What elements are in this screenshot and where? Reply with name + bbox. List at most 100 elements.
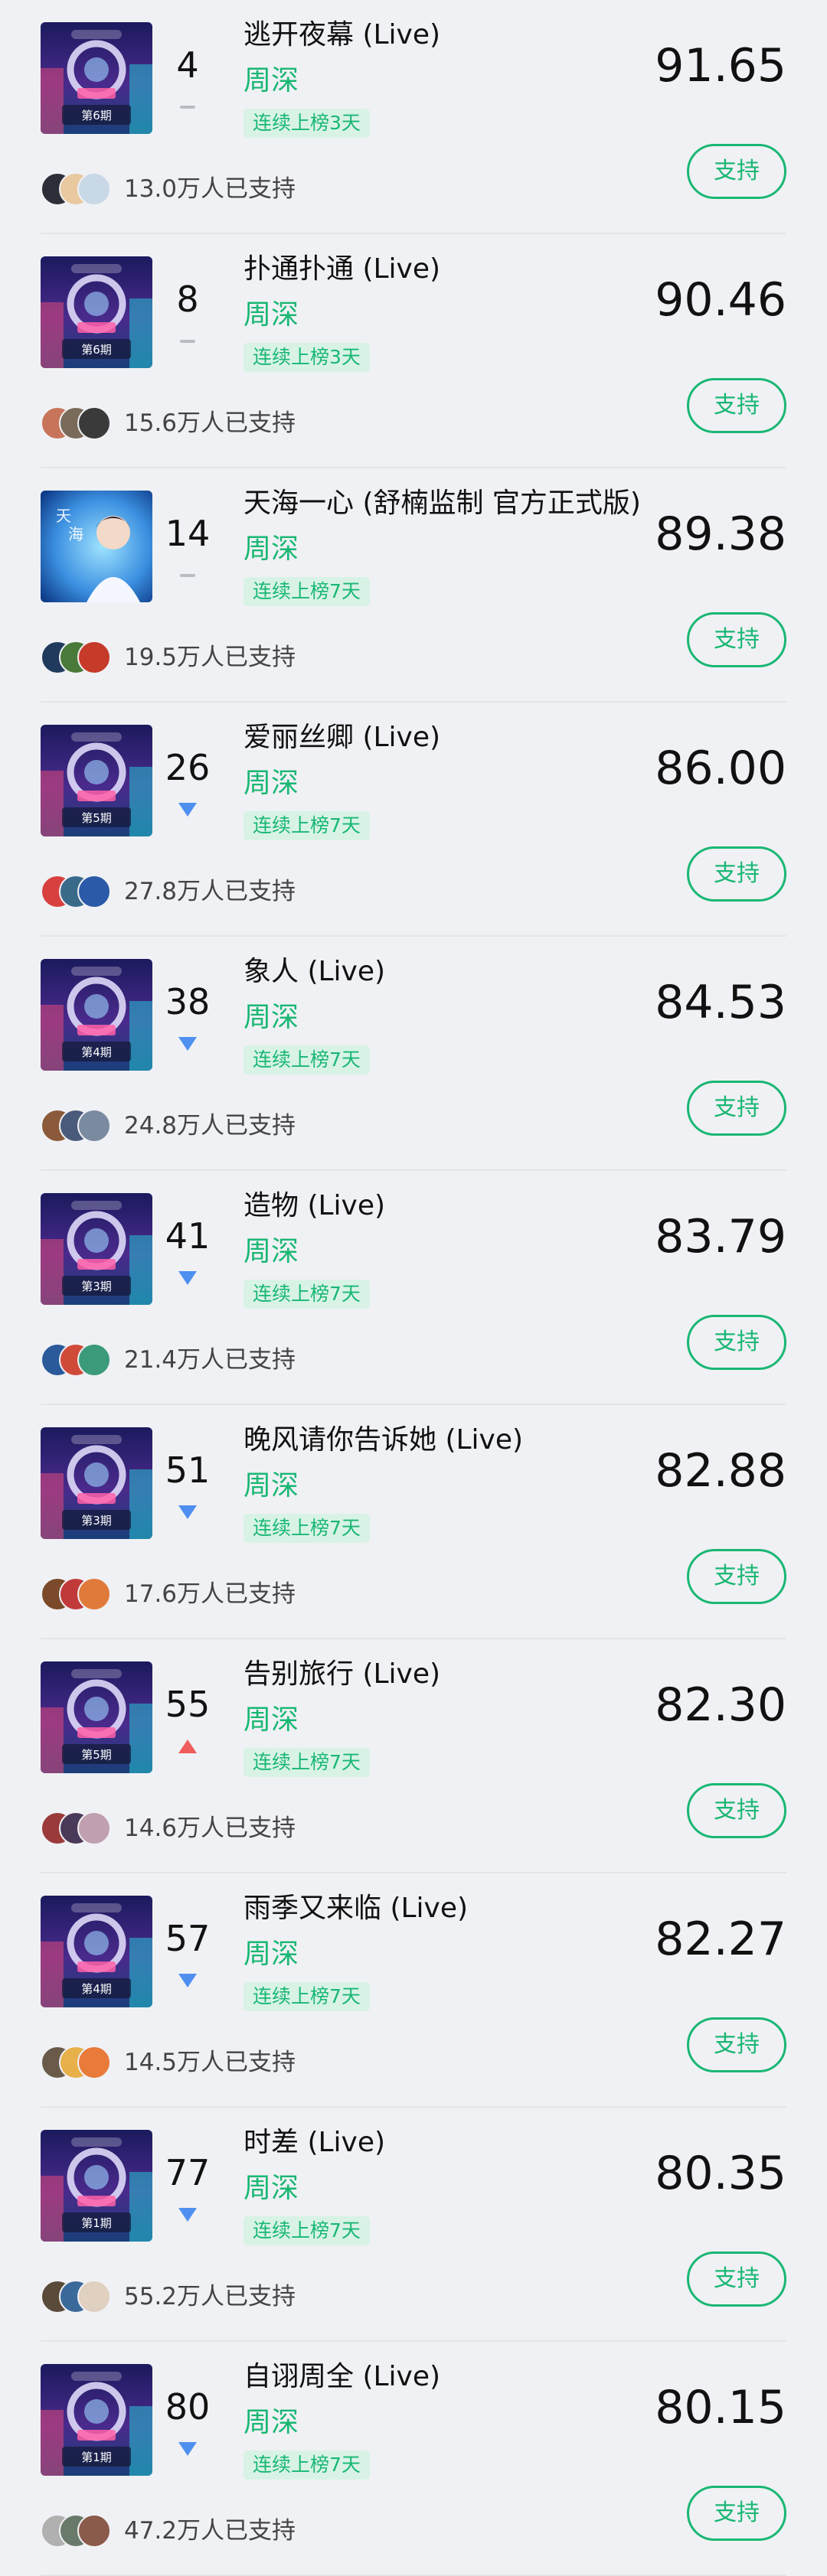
trend-down-icon	[178, 2442, 197, 2456]
svg-text:第4期: 第4期	[81, 1045, 112, 1059]
artist-name[interactable]: 周深	[244, 2172, 299, 2206]
trend-flat-icon	[180, 106, 195, 109]
support-button[interactable]: 支持	[687, 2252, 786, 2307]
streak-badge: 连续上榜7天	[244, 2216, 370, 2245]
song-title[interactable]: 告别旅行 (Live)	[244, 1656, 657, 1693]
album-cover[interactable]: 第5期	[41, 1661, 152, 1773]
list-item[interactable]: 第1期 80 自诩周全 (Live) 周深 连续上榜7天 80.15 47.2万…	[0, 2342, 827, 2576]
artist-name[interactable]: 周深	[244, 298, 299, 332]
support-button[interactable]: 支持	[687, 846, 786, 902]
list-item[interactable]: 第5期 55 告别旅行 (Live) 周深 连续上榜7天 82.30 14.6万…	[0, 1639, 827, 1873]
svg-text:第3期: 第3期	[81, 1280, 112, 1293]
list-item[interactable]: 第4期 57 雨季又来临 (Live) 周深 连续上榜7天 82.27 14.5…	[0, 1873, 827, 2108]
trend-indicator	[178, 97, 198, 117]
supporter-avatars	[41, 2280, 125, 2314]
song-title[interactable]: 自诩周全 (Live)	[244, 2359, 657, 2395]
album-cover[interactable]: 第6期	[41, 256, 152, 368]
support-button[interactable]: 支持	[687, 1783, 786, 1838]
svg-text:第3期: 第3期	[81, 1514, 112, 1528]
album-cover[interactable]: 第5期	[41, 725, 152, 836]
svg-text:第1期: 第1期	[81, 2216, 112, 2230]
support-button[interactable]: 支持	[687, 378, 786, 433]
avatar	[77, 406, 111, 440]
artist-name[interactable]: 周深	[244, 1469, 299, 1503]
svg-text:第4期: 第4期	[81, 1982, 112, 1996]
streak-badge: 连续上榜7天	[244, 811, 370, 840]
support-button[interactable]: 支持	[687, 2486, 786, 2541]
list-item[interactable]: 第5期 26 爱丽丝卿 (Live) 周深 连续上榜7天 86.00 27.8万…	[0, 703, 827, 937]
album-cover[interactable]: 第3期	[41, 1427, 152, 1539]
album-cover[interactable]: 第1期	[41, 2364, 152, 2476]
artist-name[interactable]: 周深	[244, 533, 299, 566]
list-item[interactable]: 第6期 4 逃开夜幕 (Live) 周深 连续上榜3天 91.65 13.0万人…	[0, 0, 827, 234]
svg-text:天: 天	[56, 507, 71, 525]
artist-name[interactable]: 周深	[244, 2406, 299, 2440]
song-title[interactable]: 象人 (Live)	[244, 954, 657, 990]
song-title[interactable]: 爱丽丝卿 (Live)	[244, 719, 657, 756]
list-item[interactable]: 第6期 8 扑通扑通 (Live) 周深 连续上榜3天 90.46 15.6万人…	[0, 234, 827, 468]
artist-name[interactable]: 周深	[244, 1001, 299, 1035]
score-value: 91.65	[655, 39, 786, 93]
artist-name[interactable]: 周深	[244, 1938, 299, 1971]
album-cover[interactable]: 第1期	[41, 2130, 152, 2242]
supporters-count: 19.5万人已支持	[124, 644, 296, 671]
avatar	[77, 641, 111, 674]
supporters-count: 55.2万人已支持	[124, 2283, 296, 2310]
score-value: 82.27	[655, 1912, 786, 1966]
support-button[interactable]: 支持	[687, 2017, 786, 2072]
score-value: 89.38	[655, 507, 786, 561]
svg-text:海: 海	[68, 525, 83, 543]
score-value: 90.46	[655, 273, 786, 327]
svg-text:第5期: 第5期	[81, 1748, 112, 1762]
score-value: 80.15	[655, 2381, 786, 2434]
song-title[interactable]: 造物 (Live)	[244, 1188, 657, 1224]
album-cover[interactable]: 第6期	[41, 22, 152, 134]
support-button[interactable]: 支持	[687, 1081, 786, 1136]
support-button[interactable]: 支持	[687, 144, 786, 199]
song-title[interactable]: 扑通扑通 (Live)	[244, 251, 657, 288]
artist-name[interactable]: 周深	[244, 1704, 299, 1737]
song-title[interactable]: 天海一心 (舒楠监制 官方正式版)	[244, 485, 657, 522]
supporter-avatars	[41, 1109, 125, 1143]
rank-number: 80	[165, 2386, 211, 2428]
rank-number: 26	[165, 747, 211, 788]
album-cover[interactable]: 第4期	[41, 959, 152, 1071]
support-button[interactable]: 支持	[687, 612, 786, 667]
album-cover[interactable]: 第3期	[41, 1193, 152, 1305]
avatar	[77, 172, 111, 206]
trend-indicator	[178, 566, 198, 585]
avatar	[77, 2514, 111, 2548]
rank-number: 55	[165, 1684, 211, 1725]
streak-badge: 连续上榜7天	[244, 577, 370, 606]
supporter-avatars	[41, 2514, 125, 2548]
list-item[interactable]: 第1期 77 时差 (Live) 周深 连续上榜7天 80.35 55.2万人已…	[0, 2108, 827, 2342]
list-item[interactable]: 天海 14 天海一心 (舒楠监制 官方正式版) 周深 连续上榜7天 89.38 …	[0, 468, 827, 703]
rank-number: 41	[165, 1215, 211, 1257]
supporter-avatars	[41, 1577, 125, 1611]
album-cover[interactable]: 第4期	[41, 1896, 152, 2007]
artist-name[interactable]: 周深	[244, 767, 299, 801]
streak-badge: 连续上榜7天	[244, 1514, 370, 1543]
streak-badge: 连续上榜7天	[244, 2450, 370, 2480]
artist-name[interactable]: 周深	[244, 64, 299, 98]
trend-down-icon	[178, 1505, 197, 1519]
list-item[interactable]: 第3期 41 造物 (Live) 周深 连续上榜7天 83.79 21.4万人已…	[0, 1171, 827, 1405]
svg-text:第6期: 第6期	[81, 109, 112, 122]
artist-name[interactable]: 周深	[244, 1235, 299, 1269]
album-cover[interactable]: 天海	[41, 491, 152, 602]
list-item[interactable]: 第3期 51 晚风请你告诉她 (Live) 周深 连续上榜7天 82.88 17…	[0, 1405, 827, 1639]
supporters-count: 14.6万人已支持	[124, 1815, 296, 1842]
song-title[interactable]: 雨季又来临 (Live)	[244, 1890, 657, 1927]
svg-text:第5期: 第5期	[81, 811, 112, 825]
score-value: 82.30	[655, 1678, 786, 1732]
score-value: 82.88	[655, 1444, 786, 1498]
support-button[interactable]: 支持	[687, 1549, 786, 1604]
trend-indicator	[178, 1736, 198, 1756]
song-title[interactable]: 时差 (Live)	[244, 2124, 657, 2161]
song-title[interactable]: 晚风请你告诉她 (Live)	[244, 1422, 657, 1459]
streak-badge: 连续上榜7天	[244, 1982, 370, 2011]
rank-number: 77	[165, 2152, 211, 2193]
song-title[interactable]: 逃开夜幕 (Live)	[244, 17, 657, 54]
list-item[interactable]: 第4期 38 象人 (Live) 周深 连续上榜7天 84.53 24.8万人已…	[0, 937, 827, 1171]
support-button[interactable]: 支持	[687, 1315, 786, 1370]
